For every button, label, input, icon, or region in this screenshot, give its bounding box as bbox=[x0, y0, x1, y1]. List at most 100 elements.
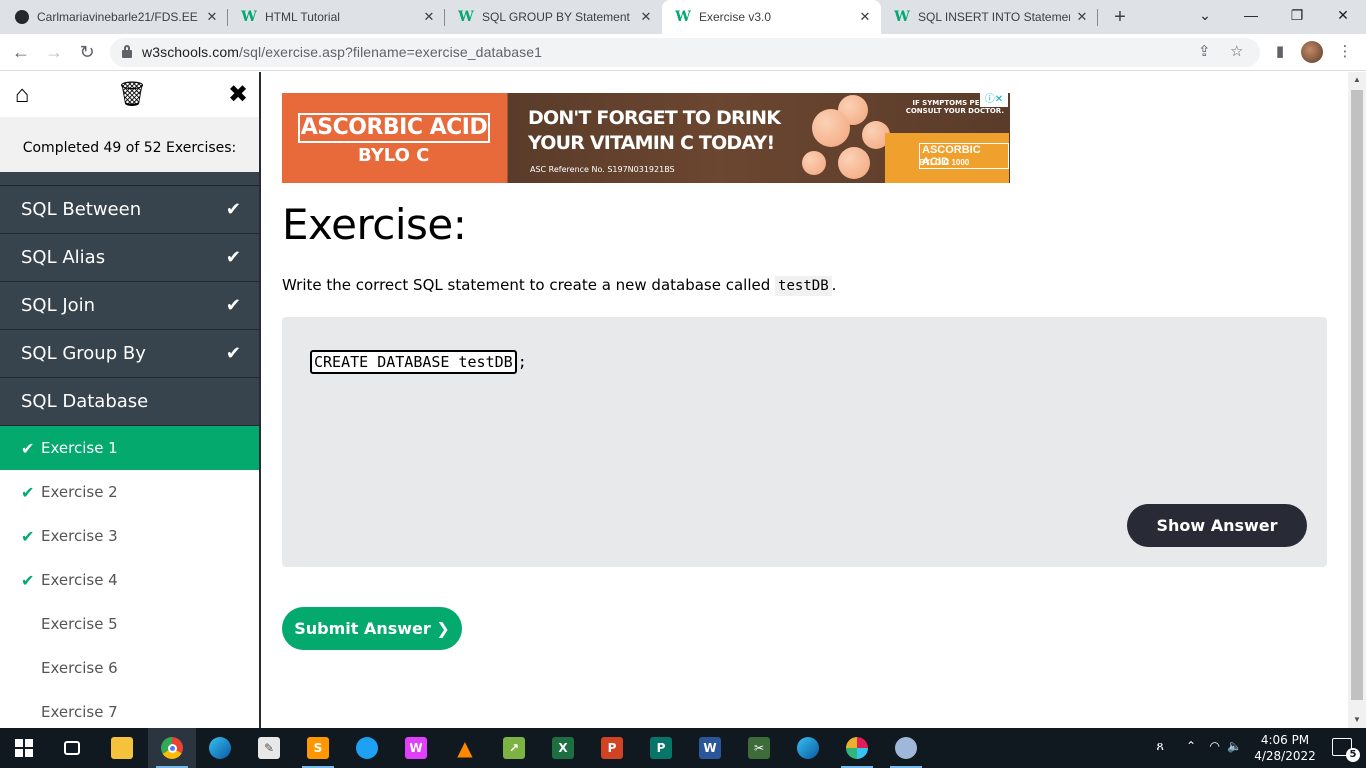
exercise-item-1[interactable]: ✔ Exercise 1 bbox=[0, 426, 259, 470]
w3schools-icon: W bbox=[894, 9, 910, 25]
page-viewport: ⌂ 🗑 ✖ Completed 49 of 52 Exercises: SQL … bbox=[0, 72, 1366, 728]
restore-button[interactable]: ❐ bbox=[1274, 0, 1320, 32]
powerpoint-icon[interactable]: P bbox=[588, 728, 636, 768]
submit-answer-button[interactable]: Submit Answer ❯ bbox=[282, 607, 462, 650]
answer-input[interactable]: CREATE DATABASE testDB bbox=[310, 350, 517, 374]
ad-headline: YOUR VITAMIN C TODAY! bbox=[528, 132, 775, 154]
file-explorer-icon[interactable] bbox=[98, 728, 146, 768]
browser-tab-active[interactable]: W Exercise v3.0 ✕ bbox=[662, 0, 881, 34]
exercise-item-2[interactable]: ✔ Exercise 2 bbox=[0, 470, 259, 514]
paint-palette-icon[interactable] bbox=[882, 728, 930, 768]
chrome-icon[interactable] bbox=[148, 728, 196, 768]
app-icon[interactable]: ✂ bbox=[735, 728, 783, 768]
close-tab-icon[interactable]: ✕ bbox=[1070, 9, 1094, 25]
exercise-label: Exercise 6 bbox=[41, 659, 118, 677]
sidebar-section-sql-group-by[interactable]: SQL Group By ✔ bbox=[0, 330, 259, 378]
tab-title: SQL INSERT INTO Statement bbox=[918, 10, 1070, 24]
tab-title: Exercise v3.0 bbox=[699, 10, 772, 24]
checkmark-icon: ✔ bbox=[225, 295, 241, 316]
back-arrow-icon[interactable]: ← bbox=[8, 39, 34, 65]
url-path: /sql/exercise.asp?filename=exercise_data… bbox=[239, 44, 542, 60]
lock-icon[interactable] bbox=[122, 45, 132, 58]
home-icon[interactable]: ⌂ bbox=[9, 82, 35, 108]
scroll-down-icon[interactable]: ▼ bbox=[1348, 712, 1366, 728]
checkmark-icon: ✔ bbox=[21, 438, 35, 458]
paint-app-icon[interactable]: ✎ bbox=[245, 728, 293, 768]
ad-headline: DON'T FORGET TO DRINK bbox=[528, 107, 781, 129]
edge-icon[interactable] bbox=[196, 728, 244, 768]
profile-avatar[interactable] bbox=[1301, 41, 1323, 63]
close-tab-icon[interactable]: ✕ bbox=[634, 9, 658, 25]
excel-icon[interactable]: X bbox=[539, 728, 587, 768]
minimize-button[interactable]: — bbox=[1228, 0, 1274, 32]
show-answer-button[interactable]: Show Answer bbox=[1127, 504, 1307, 547]
w3schools-icon: W bbox=[675, 9, 691, 25]
checkmark-icon: ✔ bbox=[225, 247, 241, 268]
forward-arrow-icon[interactable]: → bbox=[41, 39, 67, 65]
close-tab-icon[interactable]: ✕ bbox=[853, 9, 877, 25]
wifi-icon[interactable]: ◠ bbox=[1210, 739, 1220, 753]
exercise-item-6[interactable]: Exercise 6 bbox=[0, 646, 259, 690]
side-panel-icon[interactable]: ▮ bbox=[1267, 39, 1293, 65]
exercise-label: Exercise 1 bbox=[41, 439, 118, 457]
exercise-sidebar: ⌂ 🗑 ✖ Completed 49 of 52 Exercises: SQL … bbox=[0, 72, 261, 728]
tab-search-icon[interactable]: ⌄ bbox=[1182, 0, 1228, 32]
exercise-item-7[interactable]: Exercise 7 bbox=[0, 690, 259, 728]
exercise-code-box: CREATE DATABASE testDB; Show Answer bbox=[282, 317, 1327, 567]
project-app-icon[interactable]: ↗ bbox=[490, 728, 538, 768]
inline-code: testDB bbox=[775, 276, 832, 296]
task-view-icon[interactable] bbox=[48, 728, 96, 768]
exercise-item-4[interactable]: ✔ Exercise 4 bbox=[0, 558, 259, 602]
ad-brand: ASCORBIC ACID bbox=[298, 113, 490, 143]
close-icon[interactable]: ✖ bbox=[225, 82, 251, 108]
volume-icon[interactable]: 🔈 bbox=[1227, 739, 1242, 753]
sidebar-section-sql-database[interactable]: SQL Database bbox=[0, 378, 259, 426]
scrollbar-thumb[interactable] bbox=[1351, 90, 1363, 700]
vlc-icon[interactable]: ▲ bbox=[441, 728, 489, 768]
close-tab-icon[interactable]: ✕ bbox=[417, 9, 441, 25]
exercise-item-5[interactable]: Exercise 5 bbox=[0, 602, 259, 646]
ad-brand-sub: BYLO C bbox=[358, 145, 430, 166]
checkmark-icon: ✔ bbox=[21, 482, 35, 502]
browser-tab[interactable]: Carlmariavinebarle21/FDS.EE ✕ bbox=[0, 0, 228, 34]
browser-tab[interactable]: W SQL GROUP BY Statement ✕ bbox=[445, 0, 662, 34]
new-tab-button[interactable]: + bbox=[1107, 4, 1133, 30]
page-scrollbar[interactable]: ▲ ▼ bbox=[1348, 72, 1366, 728]
reload-icon[interactable]: ↻ bbox=[74, 39, 100, 65]
scroll-up-icon[interactable]: ▲ bbox=[1348, 72, 1366, 88]
checkmark-icon: ✔ bbox=[21, 570, 35, 590]
word-icon[interactable]: W bbox=[686, 728, 734, 768]
browser-tab[interactable]: W SQL INSERT INTO Statement ✕ bbox=[881, 0, 1098, 34]
publisher-icon[interactable]: P bbox=[637, 728, 685, 768]
section-label: SQL Join bbox=[21, 295, 96, 316]
sidebar-section-sql-join[interactable]: SQL Join ✔ bbox=[0, 282, 259, 330]
tab-title: Carlmariavinebarle21/FDS.EE bbox=[37, 10, 198, 24]
menu-kebab-icon[interactable]: ⋮ bbox=[1332, 39, 1358, 65]
exercise-item-3[interactable]: ✔ Exercise 3 bbox=[0, 514, 259, 558]
notification-count-badge: 5 bbox=[1346, 748, 1360, 762]
pill-image bbox=[802, 151, 826, 175]
close-window-button[interactable]: ✕ bbox=[1320, 0, 1366, 32]
sidebar-section-sql-alias[interactable]: SQL Alias ✔ bbox=[0, 234, 259, 282]
advertisement-banner[interactable]: ASCORBIC ACID BYLO C DON'T FORGET TO DRI… bbox=[282, 93, 1010, 183]
exercise-main: ASCORBIC ACID BYLO C DON'T FORGET TO DRI… bbox=[263, 72, 1348, 728]
address-bar[interactable]: w3schools.com/sql/exercise.asp?filename=… bbox=[110, 38, 1260, 67]
edge-icon[interactable] bbox=[784, 728, 832, 768]
chevron-up-icon[interactable]: ⌃ bbox=[1186, 739, 1196, 753]
progress-text: Completed 49 of 52 Exercises: bbox=[0, 117, 259, 172]
exercise-label: Exercise 5 bbox=[41, 615, 118, 633]
close-tab-icon[interactable]: ✕ bbox=[200, 9, 224, 25]
taskbar-clock[interactable]: 4:06 PM 4/28/2022 bbox=[1250, 732, 1320, 764]
slack-icon[interactable] bbox=[833, 728, 881, 768]
ad-choices-icon[interactable]: ⓘ✕ bbox=[980, 93, 1008, 107]
trash-icon[interactable]: 🗑 bbox=[117, 82, 147, 108]
start-button[interactable] bbox=[0, 728, 48, 768]
browser-tab[interactable]: W HTML Tutorial ✕ bbox=[228, 0, 445, 34]
share-icon[interactable]: ⇪ bbox=[1198, 42, 1211, 60]
people-icon[interactable]: ጸ bbox=[1156, 739, 1164, 754]
sublime-text-icon[interactable]: S bbox=[294, 728, 342, 768]
wampserver-icon[interactable]: W bbox=[392, 728, 440, 768]
bookmark-star-icon[interactable]: ☆ bbox=[1230, 42, 1243, 60]
sidebar-section-sql-between[interactable]: SQL Between ✔ bbox=[0, 186, 259, 234]
app-icon[interactable] bbox=[343, 728, 391, 768]
